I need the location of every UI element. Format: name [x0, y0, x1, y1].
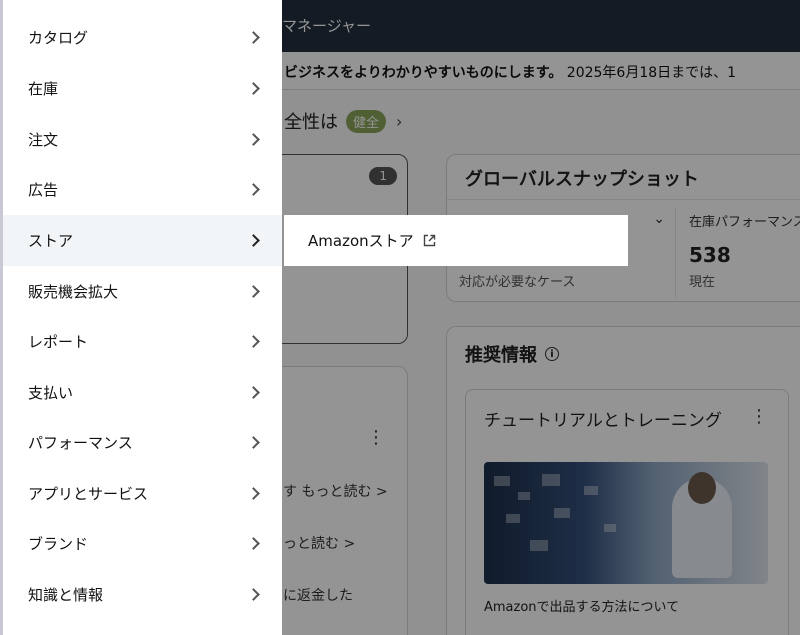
menu-item-label: ストア — [28, 232, 74, 250]
side-menu: カタログ 在庫 注文 広告 ストア 販売機会拡大 レポート 支払い パフォーマン… — [0, 0, 282, 635]
chevron-right-icon — [247, 487, 260, 500]
menu-item-growth[interactable]: 販売機会拡大 — [3, 266, 282, 317]
menu-item-stores[interactable]: ストア — [3, 215, 282, 266]
submenu-item-amazon-store[interactable]: Amazonストア — [284, 215, 628, 266]
menu-item-catalog[interactable]: カタログ — [3, 12, 282, 63]
menu-item-payments[interactable]: 支払い — [3, 367, 282, 418]
menu-item-label: カタログ — [28, 29, 89, 47]
chevron-right-icon — [247, 588, 260, 601]
menu-item-inventory[interactable]: 在庫 — [3, 63, 282, 114]
menu-item-label: 知識と情報 — [28, 586, 104, 604]
menu-item-performance[interactable]: パフォーマンス — [3, 417, 282, 468]
chevron-right-icon — [247, 133, 260, 146]
menu-item-label: 販売機会拡大 — [28, 283, 119, 301]
menu-item-label: 在庫 — [28, 80, 59, 98]
chevron-right-icon — [247, 537, 260, 550]
chevron-right-icon — [247, 335, 260, 348]
menu-item-brands[interactable]: ブランド — [3, 518, 282, 569]
menu-item-learn[interactable]: 知識と情報 — [3, 569, 282, 620]
menu-item-orders[interactable]: 注文 — [3, 114, 282, 165]
menu-item-label: レポート — [28, 333, 89, 351]
chevron-right-icon — [247, 183, 260, 196]
menu-item-advertising[interactable]: 広告 — [3, 164, 282, 215]
chevron-right-icon — [247, 234, 260, 247]
chevron-right-icon — [247, 82, 260, 95]
submenu-item-label: Amazonストア — [308, 232, 414, 250]
menu-item-apps-services[interactable]: アプリとサービス — [3, 468, 282, 519]
chevron-right-icon — [247, 31, 260, 44]
menu-item-label: ブランド — [28, 535, 89, 553]
menu-item-label: パフォーマンス — [28, 434, 133, 452]
menu-item-label: アプリとサービス — [28, 485, 149, 503]
chevron-right-icon — [247, 386, 260, 399]
menu-item-reports[interactable]: レポート — [3, 316, 282, 367]
menu-item-label: 支払い — [28, 384, 74, 402]
chevron-right-icon — [247, 285, 260, 298]
chevron-right-icon — [247, 436, 260, 449]
menu-item-label: 注文 — [28, 131, 59, 149]
menu-item-label: 広告 — [28, 181, 59, 199]
external-link-icon — [423, 234, 436, 247]
